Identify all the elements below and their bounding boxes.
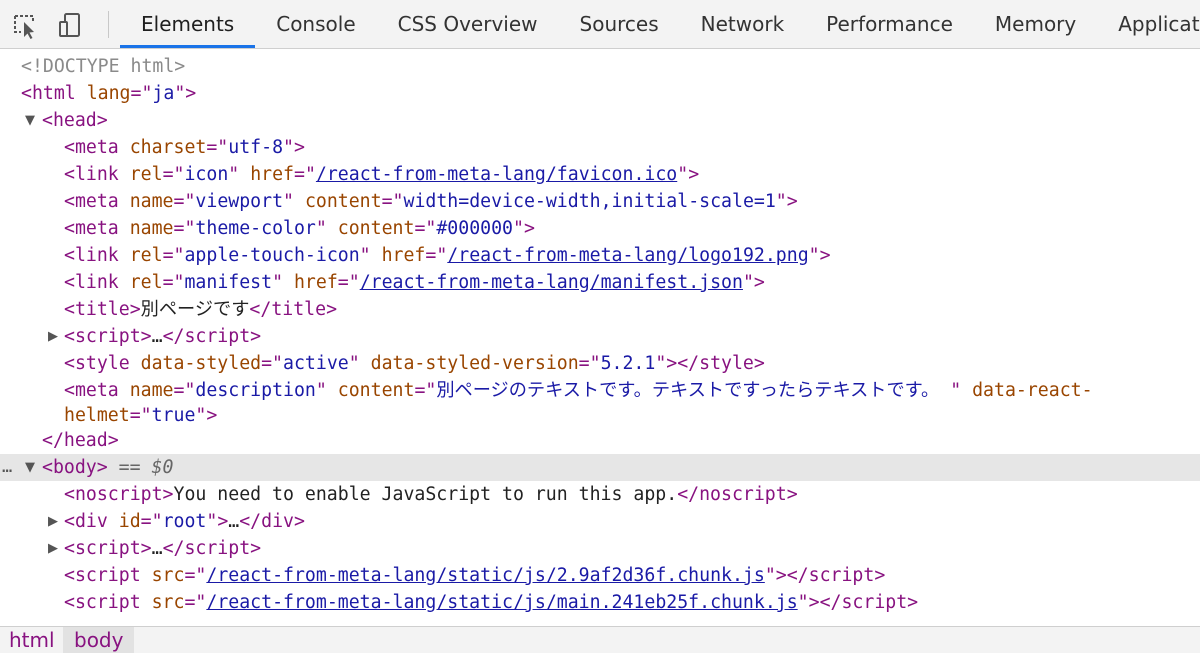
manifest-link[interactable]: /react-from-meta-lang/manifest.json: [360, 272, 743, 293]
theme-color-value: #000000: [436, 218, 513, 239]
dom-node-style[interactable]: <style data-styled="active" data-styled-…: [0, 350, 1200, 377]
tab-elements[interactable]: Elements: [120, 0, 256, 48]
tab-application[interactable]: Application: [1097, 0, 1200, 48]
dom-node-title[interactable]: <title>別ページです</title>: [0, 296, 1200, 323]
dom-node-meta-description-cont[interactable]: helmet="true">: [0, 402, 1200, 429]
viewport-value: width=device-width,initial-scale=1: [403, 191, 776, 212]
expand-arrow-icon[interactable]: ▶: [48, 508, 58, 535]
html-lang-value: ja: [152, 83, 175, 104]
selected-marker: == $0: [118, 457, 174, 478]
apple-touch-link[interactable]: /react-from-meta-lang/logo192.png: [447, 245, 808, 266]
dom-node-doctype[interactable]: <!DOCTYPE html>: [0, 53, 1200, 80]
main-script-link[interactable]: /react-from-meta-lang/static/js/main.241…: [206, 592, 797, 613]
tab-memory[interactable]: Memory: [974, 0, 1097, 48]
dom-node-div-root[interactable]: ▶ <div id="root">…</div>: [0, 508, 1200, 535]
chunk-script-link[interactable]: /react-from-meta-lang/static/js/2.9af2d3…: [206, 565, 764, 586]
dom-node-body-selected[interactable]: … ▼ <body> == $0: [0, 454, 1200, 481]
description-value: 別ページのテキストです。テキストですったらテキストです。: [436, 380, 951, 401]
title-text: 別ページです: [140, 299, 250, 320]
dom-node-meta-charset[interactable]: <meta charset="utf-8">: [0, 134, 1200, 161]
tab-console[interactable]: Console: [255, 0, 376, 48]
dom-node-script-main[interactable]: <script src="/react-from-meta-lang/stati…: [0, 589, 1200, 616]
tab-network[interactable]: Network: [680, 0, 806, 48]
breadcrumb-body[interactable]: body: [63, 627, 135, 653]
dom-node-head-close[interactable]: </head>: [0, 427, 1200, 454]
dom-node-head[interactable]: ▼ <head>: [0, 107, 1200, 134]
tab-sources[interactable]: Sources: [559, 0, 680, 48]
breadcrumb: html body: [0, 626, 1200, 653]
doctype-text: <!DOCTYPE html>: [21, 56, 186, 77]
dom-node-meta-viewport[interactable]: <meta name="viewport" content="width=dev…: [0, 188, 1200, 215]
dom-node-meta-description[interactable]: <meta name="description" content="別ページのテ…: [0, 377, 1200, 404]
more-options-icon[interactable]: …: [2, 454, 12, 481]
dom-node-link-apple-touch[interactable]: <link rel="apple-touch-icon" href="/reac…: [0, 242, 1200, 269]
dom-tree: <!DOCTYPE html> <html lang="ja"> ▼ <head>…: [0, 53, 1200, 625]
dom-node-body-script-collapsed[interactable]: ▶ <script>…</script>: [0, 535, 1200, 562]
device-toolbar-icon[interactable]: [56, 10, 86, 40]
charset-value: utf-8: [228, 137, 284, 158]
inspect-element-icon[interactable]: [10, 10, 40, 40]
noscript-text: You need to enable JavaScript to run thi…: [173, 484, 678, 505]
dom-node-script-collapsed[interactable]: ▶ <script>…</script>: [0, 323, 1200, 350]
dom-node-html[interactable]: <html lang="ja">: [0, 80, 1200, 107]
panel-tabs: Elements Console CSS Overview Sources Networ…: [120, 0, 1200, 48]
dom-node-link-manifest[interactable]: <link rel="manifest" href="/react-from-m…: [0, 269, 1200, 296]
expand-arrow-icon[interactable]: ▶: [48, 323, 58, 350]
toolbar-separator: [108, 11, 109, 38]
tab-performance[interactable]: Performance: [805, 0, 974, 48]
dom-node-noscript[interactable]: <noscript>You need to enable JavaScript …: [0, 481, 1200, 508]
dom-node-meta-theme-color[interactable]: <meta name="theme-color" content="#00000…: [0, 215, 1200, 242]
expand-arrow-icon[interactable]: ▶: [48, 535, 58, 562]
expand-arrow-icon[interactable]: ▼: [25, 107, 35, 134]
tab-css-overview[interactable]: CSS Overview: [377, 0, 559, 48]
favicon-link[interactable]: /react-from-meta-lang/favicon.ico: [316, 164, 677, 185]
devtools-toolbar: Elements Console CSS Overview Sources Networ…: [0, 0, 1200, 49]
dom-node-link-icon[interactable]: <link rel="icon" href="/react-from-meta-…: [0, 161, 1200, 188]
dom-node-script-chunk[interactable]: <script src="/react-from-meta-lang/stati…: [0, 562, 1200, 589]
expand-arrow-icon[interactable]: ▼: [25, 454, 35, 481]
breadcrumb-html[interactable]: html: [0, 627, 64, 653]
